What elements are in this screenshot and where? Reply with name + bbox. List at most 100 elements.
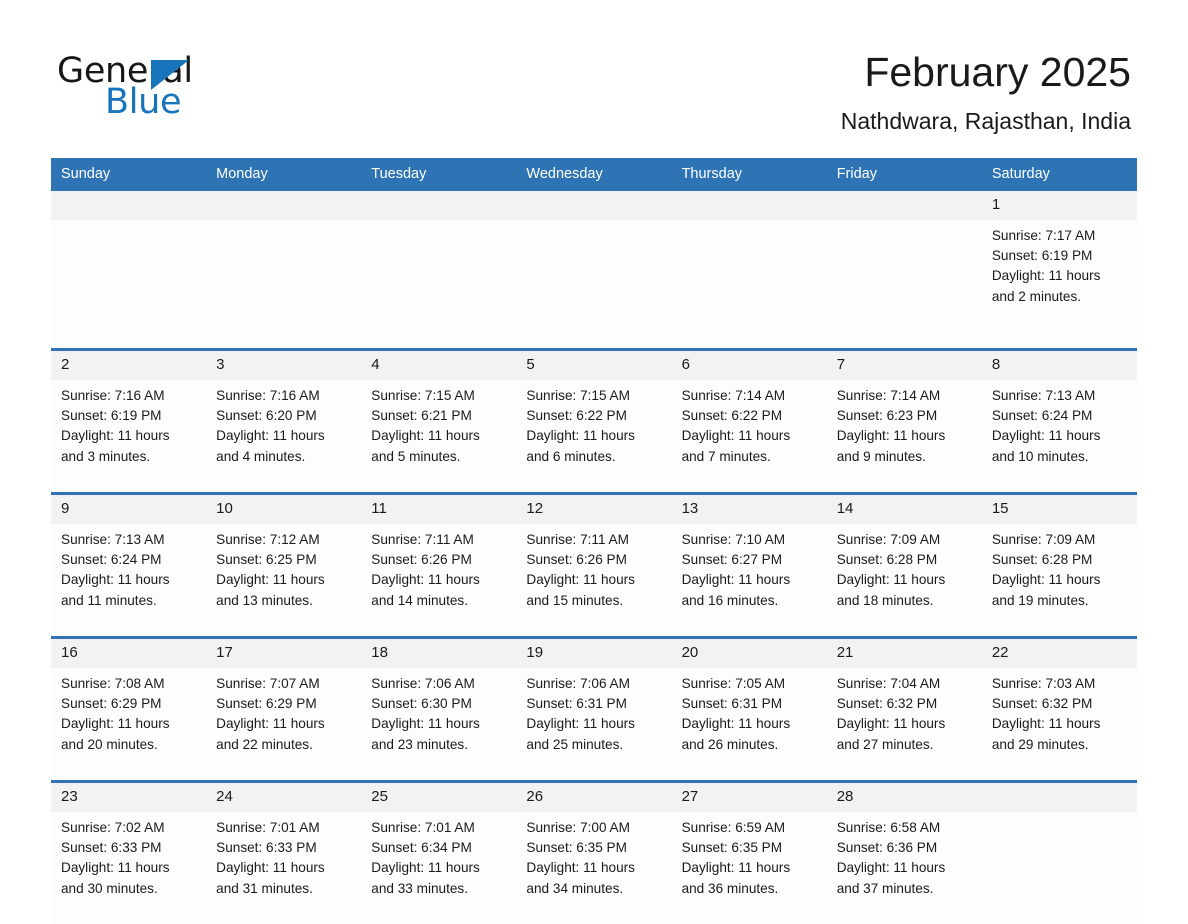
daylight-text-line2: and 29 minutes. [991, 736, 1089, 752]
day-number: 2 [51, 348, 207, 380]
day-number: 6 [671, 348, 827, 380]
day-cell[interactable]: Sunrise: 7:13 AM Sunset: 6:24 PM Dayligh… [981, 380, 1137, 494]
sunrise-text: Sunrise: 7:01 AM [216, 820, 320, 835]
daylight-text-line1: Daylight: 11 hours [526, 572, 635, 588]
sunrise-text: Sunrise: 7:02 AM [61, 820, 165, 835]
day-cell[interactable] [206, 220, 362, 350]
day-cell[interactable]: Sunrise: 7:09 AM Sunset: 6:28 PM Dayligh… [826, 524, 982, 638]
week-date-row: 23 24 25 26 27 28 [51, 780, 1137, 812]
day-cell[interactable]: Sunrise: 7:12 AM Sunset: 6:25 PM Dayligh… [206, 524, 362, 638]
sunrise-text: Sunrise: 6:58 AM [836, 820, 941, 835]
sunrise-text: Sunrise: 7:05 AM [681, 676, 786, 691]
day-cell[interactable] [981, 812, 1137, 924]
day-cell[interactable]: Sunrise: 7:01 AM Sunset: 6:34 PM Dayligh… [361, 812, 517, 924]
sunset-text: Sunset: 6:24 PM [61, 552, 162, 568]
weekday-header-sunday: Sunday [51, 158, 207, 191]
day-cell[interactable]: Sunrise: 7:15 AM Sunset: 6:22 PM Dayligh… [516, 380, 672, 494]
daylight-text-line2: and 15 minutes. [526, 592, 624, 608]
sunset-text: Sunset: 6:22 PM [526, 408, 627, 424]
day-cell[interactable]: Sunrise: 7:06 AM Sunset: 6:31 PM Dayligh… [516, 668, 672, 782]
weekday-header-saturday: Saturday [981, 158, 1137, 191]
day-cell[interactable]: Sunrise: 7:11 AM Sunset: 6:26 PM Dayligh… [516, 524, 672, 638]
day-cell[interactable]: Sunrise: 7:01 AM Sunset: 6:33 PM Dayligh… [206, 812, 362, 924]
day-cell[interactable]: Sunrise: 7:02 AM Sunset: 6:33 PM Dayligh… [51, 812, 207, 924]
sunrise-text: Sunrise: 7:16 AM [216, 388, 320, 403]
day-cell[interactable]: Sunrise: 7:16 AM Sunset: 6:19 PM Dayligh… [51, 380, 207, 494]
sunrise-text: Sunrise: 7:06 AM [371, 676, 475, 691]
daylight-text-line2: and 20 minutes. [61, 736, 158, 752]
daylight-text-line1: Daylight: 11 hours [216, 428, 325, 444]
day-cell[interactable]: Sunrise: 7:05 AM Sunset: 6:31 PM Dayligh… [671, 668, 827, 782]
week-date-row: 9 10 11 12 13 14 15 [51, 492, 1137, 524]
day-number: 19 [516, 636, 672, 668]
day-cell[interactable]: Sunrise: 7:03 AM Sunset: 6:32 PM Dayligh… [981, 668, 1137, 782]
day-cell[interactable]: Sunrise: 7:15 AM Sunset: 6:21 PM Dayligh… [361, 380, 517, 494]
sunset-text: Sunset: 6:24 PM [991, 408, 1093, 424]
logo-text-blue: Blue [105, 82, 182, 122]
weekday-header-monday: Monday [206, 158, 362, 191]
sunset-text: Sunset: 6:23 PM [836, 408, 938, 424]
day-number [51, 191, 207, 220]
day-cell[interactable]: Sunrise: 7:16 AM Sunset: 6:20 PM Dayligh… [206, 380, 362, 494]
sunrise-text: Sunrise: 7:00 AM [526, 820, 630, 835]
sunset-text: Sunset: 6:34 PM [371, 840, 472, 856]
calendar-page: General Blue February 2025 Nathdwara, Ra… [0, 0, 1188, 924]
weekday-header-thursday: Thursday [671, 158, 827, 191]
week-info-row: Sunrise: 7:13 AM Sunset: 6:24 PM Dayligh… [51, 524, 1137, 638]
day-number: 11 [361, 492, 517, 524]
sunrise-text: Sunrise: 7:03 AM [991, 676, 1096, 691]
day-number: 26 [516, 780, 672, 812]
sunrise-text: Sunrise: 7:09 AM [836, 532, 941, 547]
weekday-header-friday: Friday [826, 158, 982, 191]
day-number: 24 [206, 780, 362, 812]
daylight-text-line1: Daylight: 11 hours [371, 572, 480, 588]
general-blue-logo: General Blue [57, 52, 287, 122]
sunrise-text: Sunrise: 7:06 AM [526, 676, 630, 691]
sunset-text: Sunset: 6:19 PM [991, 248, 1093, 264]
day-cell[interactable]: Sunrise: 7:08 AM Sunset: 6:29 PM Dayligh… [51, 668, 207, 782]
day-cell[interactable] [361, 220, 517, 350]
day-cell[interactable]: Sunrise: 7:10 AM Sunset: 6:27 PM Dayligh… [671, 524, 827, 638]
sunset-text: Sunset: 6:35 PM [526, 840, 627, 856]
week-date-row: 16 17 18 19 20 21 22 [51, 636, 1137, 668]
day-cell[interactable] [51, 220, 207, 350]
day-cell[interactable]: Sunrise: 7:13 AM Sunset: 6:24 PM Dayligh… [51, 524, 207, 638]
daylight-text-line1: Daylight: 11 hours [371, 716, 480, 732]
daylight-text-line1: Daylight: 11 hours [371, 860, 480, 876]
day-cell[interactable] [516, 220, 672, 350]
day-cell[interactable]: Sunrise: 6:59 AM Sunset: 6:35 PM Dayligh… [671, 812, 827, 924]
day-number [516, 191, 672, 220]
day-cell[interactable]: Sunrise: 7:14 AM Sunset: 6:23 PM Dayligh… [826, 380, 982, 494]
daylight-text-line2: and 10 minutes. [991, 448, 1089, 464]
day-number: 8 [981, 348, 1137, 380]
sunrise-text: Sunrise: 7:04 AM [836, 676, 941, 691]
daylight-text-line1: Daylight: 11 hours [991, 572, 1101, 588]
day-cell[interactable] [671, 220, 827, 350]
week-date-row: 2 3 4 5 6 7 8 [51, 348, 1137, 380]
day-cell[interactable]: Sunrise: 7:17 AM Sunset: 6:19 PM Dayligh… [981, 220, 1137, 350]
day-cell[interactable]: Sunrise: 7:09 AM Sunset: 6:28 PM Dayligh… [981, 524, 1137, 638]
day-cell[interactable]: Sunrise: 7:06 AM Sunset: 6:30 PM Dayligh… [361, 668, 517, 782]
day-number: 15 [981, 492, 1137, 524]
sunrise-text: Sunrise: 7:13 AM [61, 532, 165, 547]
day-cell[interactable] [826, 220, 982, 350]
calendar-table: Sunday Monday Tuesday Wednesday Thursday… [51, 158, 1137, 924]
sunrise-text: Sunrise: 6:59 AM [681, 820, 786, 835]
sunrise-text: Sunrise: 7:12 AM [216, 532, 320, 547]
day-cell[interactable]: Sunrise: 7:14 AM Sunset: 6:22 PM Dayligh… [671, 380, 827, 494]
sunrise-text: Sunrise: 7:01 AM [371, 820, 475, 835]
day-number: 14 [826, 492, 982, 524]
day-cell[interactable]: Sunrise: 6:58 AM Sunset: 6:36 PM Dayligh… [826, 812, 982, 924]
day-cell[interactable]: Sunrise: 7:00 AM Sunset: 6:35 PM Dayligh… [516, 812, 672, 924]
sunset-text: Sunset: 6:33 PM [216, 840, 317, 856]
daylight-text-line1: Daylight: 11 hours [216, 860, 325, 876]
calendar-container: Sunday Monday Tuesday Wednesday Thursday… [51, 158, 1137, 924]
day-cell[interactable]: Sunrise: 7:07 AM Sunset: 6:29 PM Dayligh… [206, 668, 362, 782]
week-info-row: Sunrise: 7:17 AM Sunset: 6:19 PM Dayligh… [51, 220, 1137, 350]
day-cell[interactable]: Sunrise: 7:04 AM Sunset: 6:32 PM Dayligh… [826, 668, 982, 782]
sunrise-text: Sunrise: 7:13 AM [991, 388, 1096, 403]
day-cell[interactable]: Sunrise: 7:11 AM Sunset: 6:26 PM Dayligh… [361, 524, 517, 638]
weekday-header-tuesday: Tuesday [361, 158, 517, 191]
sunrise-text: Sunrise: 7:15 AM [526, 388, 630, 403]
daylight-text-line1: Daylight: 11 hours [371, 428, 480, 444]
